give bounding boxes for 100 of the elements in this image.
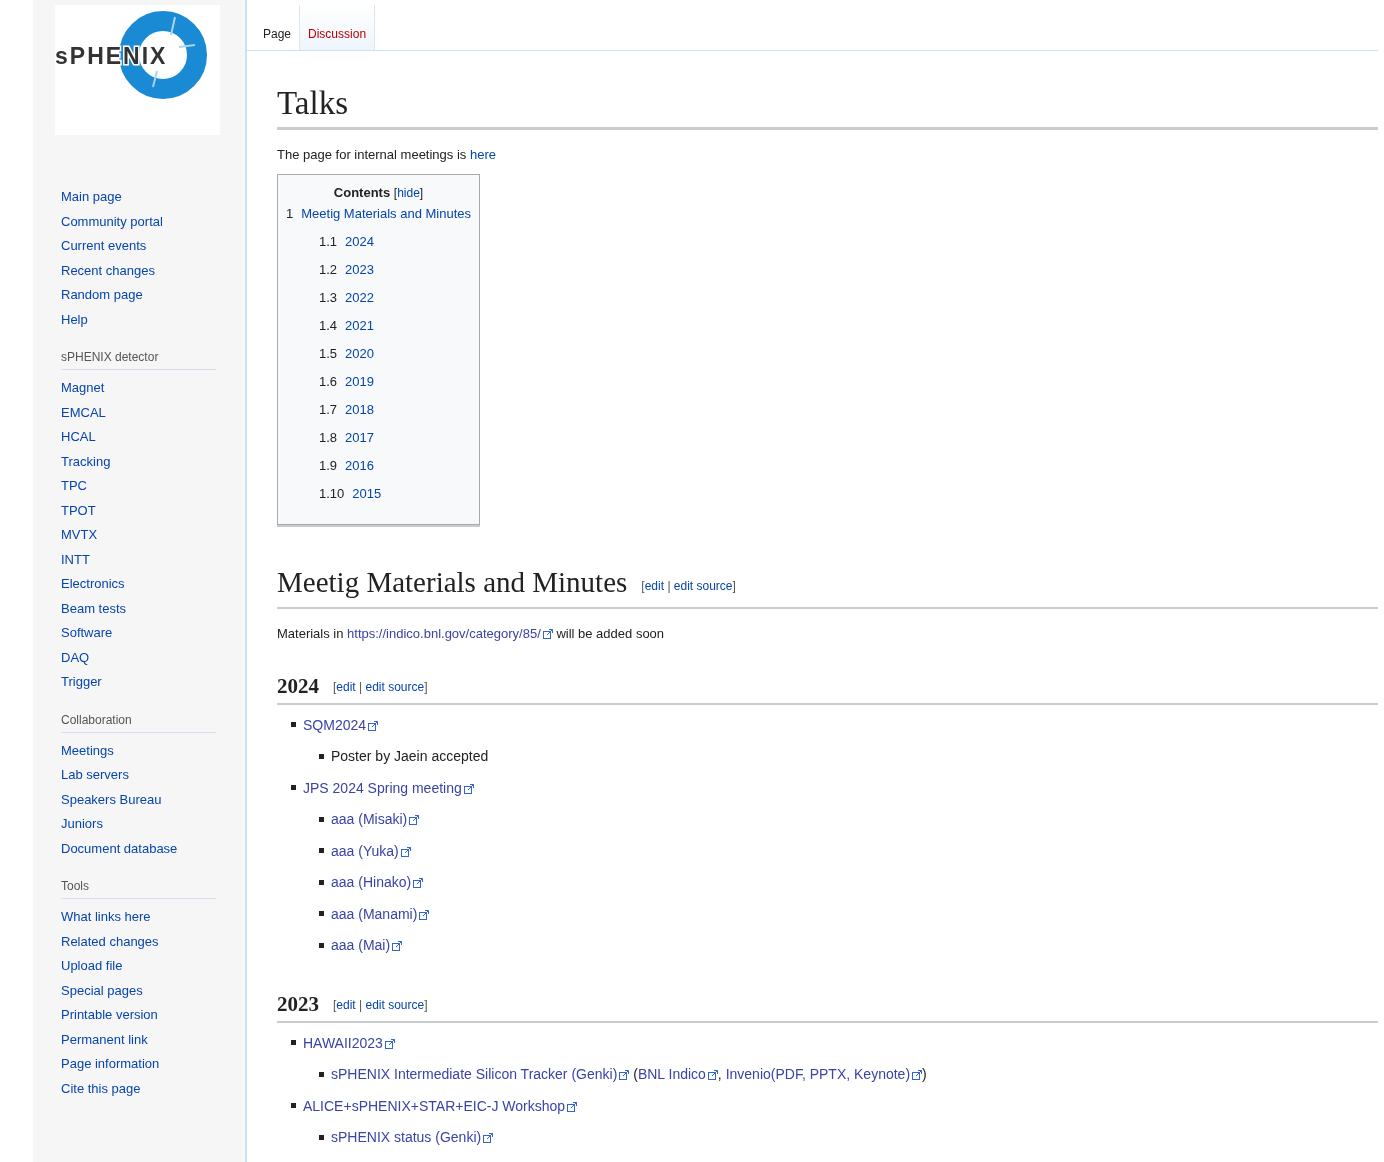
toc-link[interactable]: 2024 xyxy=(345,234,374,249)
sidebar-link[interactable]: Beam tests xyxy=(61,596,127,621)
edit-link[interactable]: edit xyxy=(336,998,356,1012)
sidebar-link[interactable]: Meetings xyxy=(61,738,114,763)
external-link-icon xyxy=(542,629,553,639)
link[interactable]: JPS 2024 Spring meeting xyxy=(303,779,462,796)
sidebar-link[interactable]: Current events xyxy=(61,234,147,259)
sidebar-link[interactable]: MVTX xyxy=(61,523,98,548)
sidebar-link[interactable]: HCAL xyxy=(61,425,96,450)
toc-number: 1 xyxy=(286,206,294,221)
toc-number: 1.2 xyxy=(319,262,338,277)
edit-links: [edit | edit source] xyxy=(333,680,428,694)
external-link-icon xyxy=(400,846,411,857)
sidebar-link[interactable]: Trigger xyxy=(61,670,102,695)
page-title: Talks xyxy=(277,83,1378,130)
toc-link[interactable]: 2015 xyxy=(352,486,382,501)
sidebar-link[interactable]: Related changes xyxy=(61,929,159,954)
sidebar-link[interactable]: TPC xyxy=(61,474,87,499)
section-heading: Meetig Materials and Minutes xyxy=(277,566,628,598)
tab[interactable]: Discussion xyxy=(300,5,376,50)
link[interactable]: HAWAII2023 xyxy=(303,1034,383,1051)
link[interactable]: BNL Indico xyxy=(637,1066,706,1083)
sidebar-link[interactable]: Printable version xyxy=(61,1003,158,1028)
external-link-icon xyxy=(463,783,474,794)
link[interactable]: aaa (Hinako) xyxy=(331,874,412,891)
toc-link[interactable]: 2020 xyxy=(345,346,374,361)
toc-number: 1.10 xyxy=(319,486,345,501)
list-item-text: Poster by Jaein accepted xyxy=(331,748,489,765)
link[interactable]: sPHENIX Intermediate Silicon Tracker (Genki) xyxy=(331,1066,618,1083)
paragraph: Materials in https://indico.bnl.gov/category/85/ will be added soon xyxy=(277,625,666,643)
sidebar-link[interactable]: Cite this page xyxy=(61,1076,141,1101)
external-link-icon xyxy=(619,1070,630,1081)
sidebar-link[interactable]: EMCAL xyxy=(61,400,106,425)
sidebar-link[interactable]: Magnet xyxy=(61,376,105,401)
link[interactable]: aaa (Yuka) xyxy=(331,842,399,859)
toc-link[interactable]: 2022 xyxy=(345,290,374,305)
external-link-icon xyxy=(483,1133,494,1144)
toc-link[interactable]: 2016 xyxy=(345,458,374,473)
sidebar-link[interactable]: INTT xyxy=(61,547,90,572)
link[interactable]: https://indico.bnl.gov/category/85/ xyxy=(347,626,541,641)
link[interactable]: sPHENIX status (Genki) xyxy=(331,1129,482,1146)
bullet-icon xyxy=(319,879,324,885)
sidebar-link[interactable]: Special pages xyxy=(61,978,143,1003)
toc-title: Contents xyxy=(333,185,391,200)
paragraph: The page for internal meetings is here xyxy=(277,146,497,164)
sidebar-link[interactable]: Speakers Bureau xyxy=(61,787,162,812)
sidebar-link[interactable]: Help xyxy=(61,307,88,332)
toc-link[interactable]: Meetig Materials and Minutes xyxy=(301,206,472,221)
bullet-icon xyxy=(319,816,324,822)
sidebar-link[interactable]: Lab servers xyxy=(61,763,129,788)
toggle-link[interactable]: hide xyxy=(397,186,420,200)
external-link-icon xyxy=(707,1070,718,1081)
toc-link[interactable]: 2019 xyxy=(345,374,374,389)
edit-links: [edit | edit source] xyxy=(641,579,736,593)
toc-link[interactable]: 2023 xyxy=(345,262,374,277)
link[interactable]: SQM2024 xyxy=(303,716,367,733)
external-link-icon xyxy=(368,720,379,731)
toc-number: 1.4 xyxy=(319,318,338,333)
sidebar-link[interactable]: Random page xyxy=(61,283,143,308)
sidebar-link[interactable]: Electronics xyxy=(61,572,125,597)
bullet-icon xyxy=(291,1040,296,1046)
sidebar-link[interactable]: DAQ xyxy=(61,645,90,670)
link[interactable]: here xyxy=(469,147,496,162)
link[interactable]: Invenio(PDF, PPTX, Keynote) xyxy=(725,1066,911,1083)
bullet-icon xyxy=(291,785,296,791)
toc-link[interactable]: 2018 xyxy=(345,402,374,417)
edit-link[interactable]: edit xyxy=(336,680,356,694)
sidebar-link[interactable]: What links here xyxy=(61,905,151,930)
toc-number: 1.5 xyxy=(319,346,338,361)
toc-link[interactable]: 2017 xyxy=(345,430,374,445)
sidebar-link[interactable]: Permanent link xyxy=(61,1027,148,1052)
toc-number: 1.6 xyxy=(319,374,338,389)
external-link-icon xyxy=(384,1038,395,1049)
external-link-icon xyxy=(392,941,403,952)
sidebar-heading: Tools xyxy=(61,879,216,899)
bullet-icon xyxy=(319,753,324,759)
toc-number: 1.9 xyxy=(319,458,338,473)
bullet-icon xyxy=(291,1103,296,1109)
external-link-icon xyxy=(912,1070,923,1081)
link[interactable]: aaa (Mai) xyxy=(331,937,391,954)
sidebar-link[interactable]: Juniors xyxy=(61,812,103,837)
bullet-icon xyxy=(319,1071,324,1077)
sidebar-link[interactable]: Tracking xyxy=(61,449,111,474)
link[interactable]: ALICE+sPHENIX+STAR+EIC-J Workshop xyxy=(303,1097,566,1114)
external-link-icon xyxy=(419,909,430,920)
sidebar-link[interactable]: TPOT xyxy=(61,498,96,523)
bullet-icon xyxy=(319,848,324,854)
sidebar-link[interactable]: Document database xyxy=(61,836,178,861)
link[interactable]: aaa (Misaki) xyxy=(331,811,408,828)
edit-link[interactable]: edit source xyxy=(673,579,733,593)
sidebar-link[interactable]: Page information xyxy=(61,1052,160,1077)
toc-link[interactable]: 2021 xyxy=(345,318,374,333)
sidebar-link[interactable]: Community portal xyxy=(61,209,163,234)
link[interactable]: aaa (Manami) xyxy=(331,905,418,922)
sidebar-link[interactable]: Software xyxy=(61,621,113,646)
edit-links: [edit | edit source] xyxy=(333,998,428,1012)
sidebar-link[interactable]: Main page xyxy=(61,185,122,210)
sidebar-link[interactable]: Upload file xyxy=(61,954,123,979)
toc-number: 1.8 xyxy=(319,430,338,445)
sidebar-link[interactable]: Recent changes xyxy=(61,258,155,283)
